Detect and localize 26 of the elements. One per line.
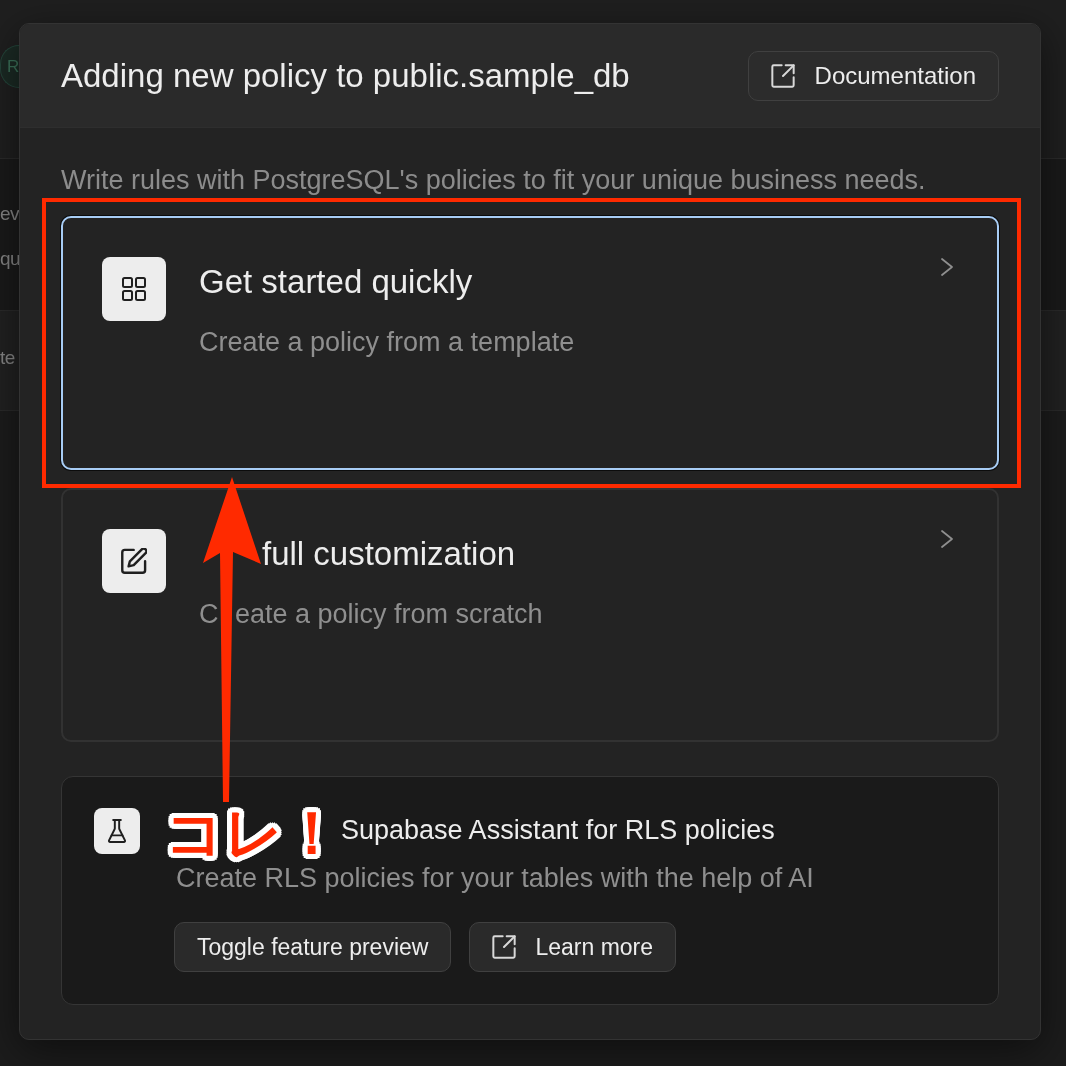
edit-icon (102, 529, 166, 593)
assistant-title: Supabase Assistant for RLS policies (341, 814, 775, 846)
option-card[interactable]: full customization C eate a policy from scratch (61, 488, 999, 742)
external-link-icon (492, 935, 517, 959)
option-title: Get started quickly (199, 263, 473, 301)
option-subtitle: Create a policy from a template (199, 326, 575, 358)
table-text: te (0, 346, 15, 370)
toggle-preview-button[interactable]: Toggle feature preview (174, 922, 452, 972)
chevron-right-icon (940, 529, 954, 549)
assistant-subtitle: Create RLS policies for your tables with the help of AI (176, 862, 814, 894)
option-subtitle: eate a policy from scratch (235, 598, 543, 630)
table-text: qu (0, 247, 20, 271)
learn-more-button[interactable]: Learn more (469, 922, 677, 972)
callout-text: コレ！ (165, 804, 341, 862)
chevron-right-icon (940, 257, 954, 277)
option-subtitle: C (199, 598, 219, 630)
dialog-description: Write rules with PostgreSQL's policies to fit your unique business needs. (61, 164, 927, 196)
documentation-button[interactable]: Documentation (747, 50, 999, 101)
dialog-title: Adding new policy to public.sample_db (61, 56, 630, 95)
grid-icon (102, 257, 166, 321)
flask-icon (94, 808, 140, 854)
option-title: full customization (262, 535, 516, 573)
external-link-icon (770, 63, 795, 88)
option-card[interactable]: Get started quickly Create a policy from a template (61, 216, 999, 470)
status-badge: R (0, 45, 19, 88)
table-text: ev (0, 202, 19, 226)
